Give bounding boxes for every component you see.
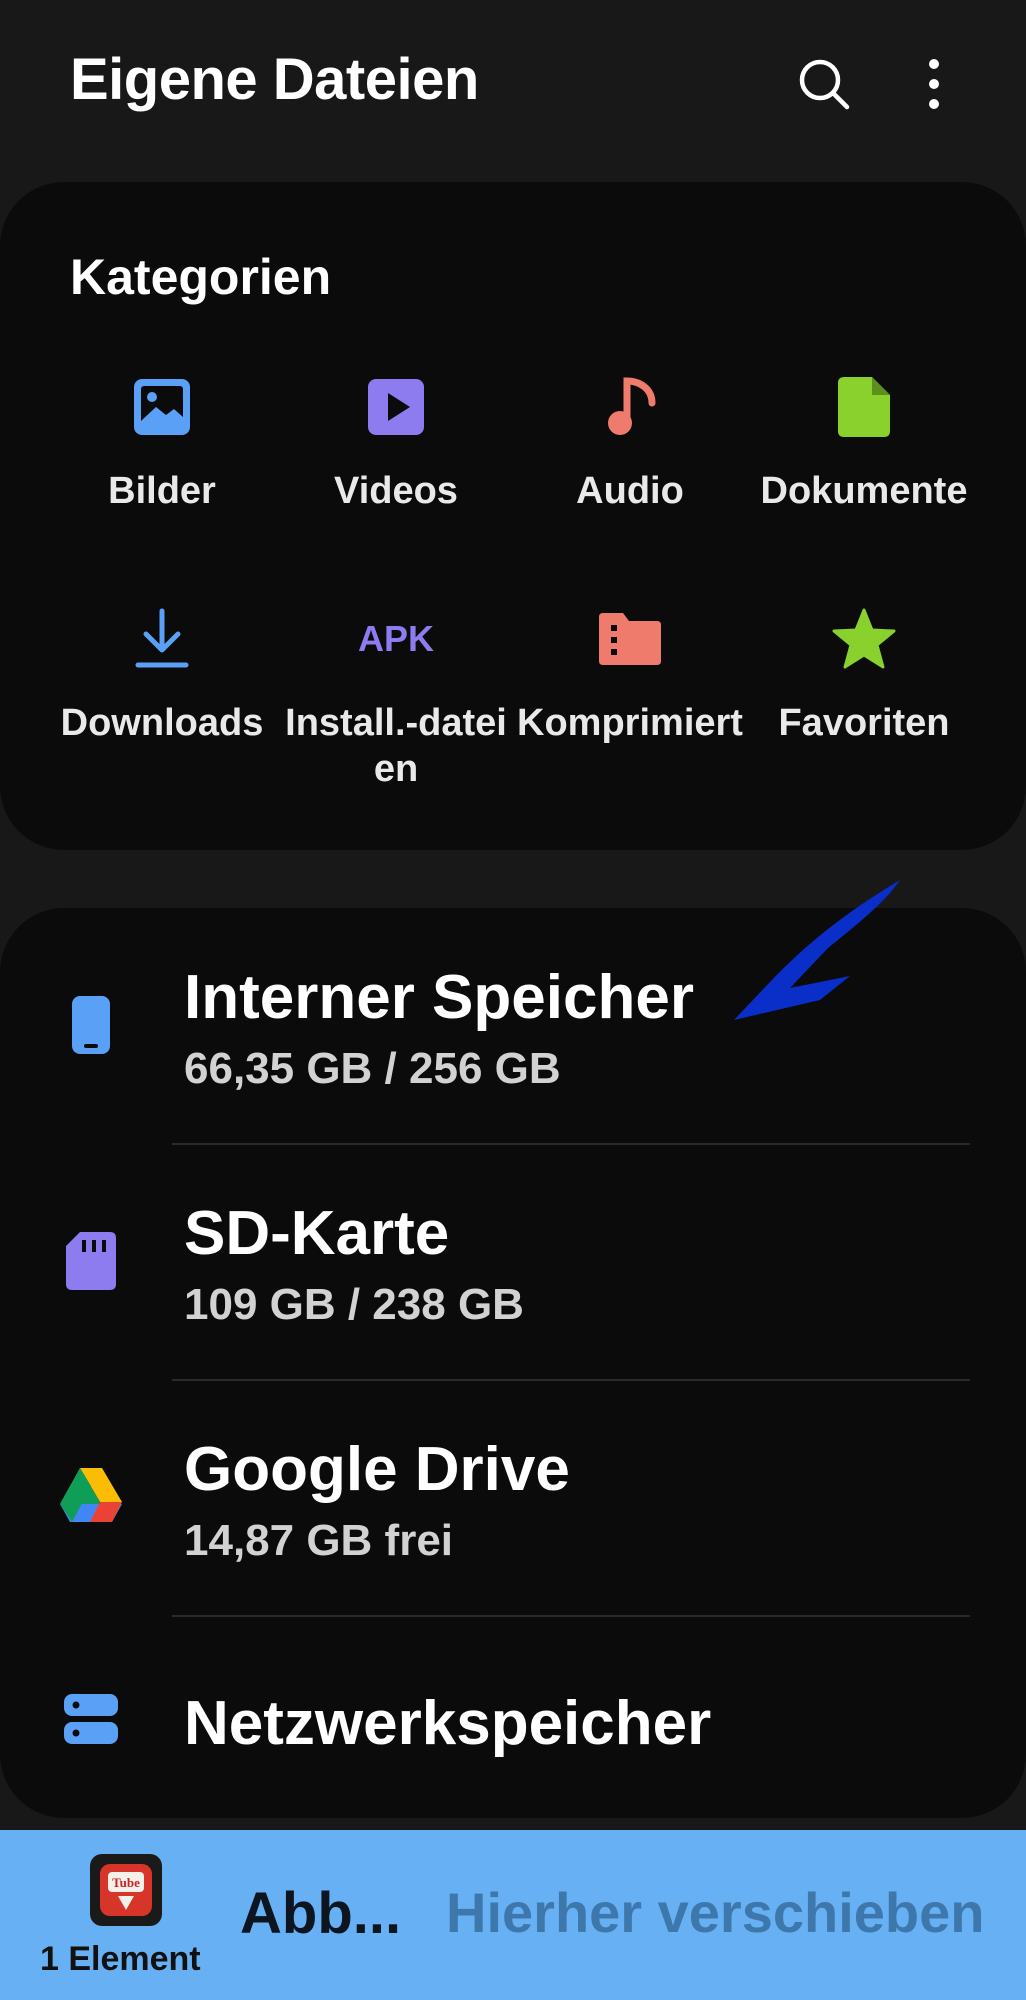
- annotation-arrow-icon: [734, 880, 900, 1020]
- divider: [172, 1379, 970, 1381]
- divider: [172, 1615, 970, 1617]
- category-label: Videos: [334, 470, 458, 512]
- star-icon: [832, 608, 896, 669]
- category-images[interactable]: Bilder: [46, 370, 278, 514]
- category-downloads[interactable]: Downloads: [46, 602, 278, 746]
- storage-name: SD-Karte: [184, 1199, 450, 1268]
- category-label: Install.-dateien: [285, 702, 507, 790]
- category-label: Audio: [576, 470, 684, 512]
- divider: [172, 1143, 970, 1145]
- more-options-button[interactable]: [898, 48, 970, 120]
- storage-google-drive[interactable]: Google Drive 14,87 GB frei: [0, 1390, 1026, 1626]
- categories-heading: Kategorien: [70, 249, 332, 305]
- storage-network[interactable]: Netzwerkspeicher: [0, 1626, 1026, 1816]
- music-note-icon: [608, 377, 656, 435]
- google-drive-icon: [60, 1468, 122, 1522]
- download-icon: [135, 608, 189, 668]
- more-vertical-icon: [929, 59, 939, 109]
- category-favorites[interactable]: Favoriten: [748, 602, 980, 746]
- storage-name: Netzwerkspeicher: [184, 1689, 712, 1758]
- storage-usage: 66,35 GB / 256 GB: [184, 1044, 561, 1093]
- category-compressed[interactable]: Komprimiert: [514, 602, 746, 746]
- phone-icon: [72, 996, 110, 1054]
- category-installation-files[interactable]: APK Install.-dateien: [280, 602, 512, 792]
- selected-item-thumbnail: Tube: [90, 1854, 162, 1926]
- search-button[interactable]: [788, 48, 860, 120]
- move-here-button[interactable]: Hierher verschieben: [446, 1880, 984, 1945]
- storage-name: Interner Speicher: [184, 963, 694, 1032]
- storage-usage: 109 GB / 238 GB: [184, 1280, 524, 1329]
- category-videos[interactable]: Videos: [280, 370, 512, 514]
- category-label: Dokumente: [760, 470, 968, 512]
- network-storage-icon: [64, 1694, 118, 1744]
- apk-icon: APK: [357, 618, 434, 659]
- category-label: Bilder: [108, 470, 216, 512]
- category-label: Downloads: [60, 702, 264, 744]
- svg-text:Tube: Tube: [112, 1875, 140, 1890]
- storage-name: Google Drive: [184, 1435, 570, 1504]
- category-label: Komprimiert: [517, 702, 743, 744]
- compressed-folder-icon: [599, 613, 661, 665]
- search-icon: [799, 59, 850, 110]
- storage-sd-card[interactable]: SD-Karte 109 GB / 238 GB: [0, 1154, 1026, 1390]
- tubemate-app-icon: Tube: [100, 1864, 152, 1916]
- video-icon: [368, 379, 424, 435]
- sd-card-icon: [66, 1232, 116, 1290]
- category-label: Favoriten: [778, 702, 950, 744]
- category-audio[interactable]: Audio: [514, 370, 746, 514]
- image-icon: [134, 379, 190, 435]
- storage-free: 14,87 GB frei: [184, 1516, 454, 1565]
- page-title: Eigene Dateien: [70, 47, 479, 112]
- category-documents[interactable]: Dokumente: [748, 370, 980, 514]
- selection-count: 1 Element: [40, 1940, 201, 1978]
- cancel-button[interactable]: Abb...: [240, 1880, 401, 1947]
- document-icon: [838, 377, 890, 437]
